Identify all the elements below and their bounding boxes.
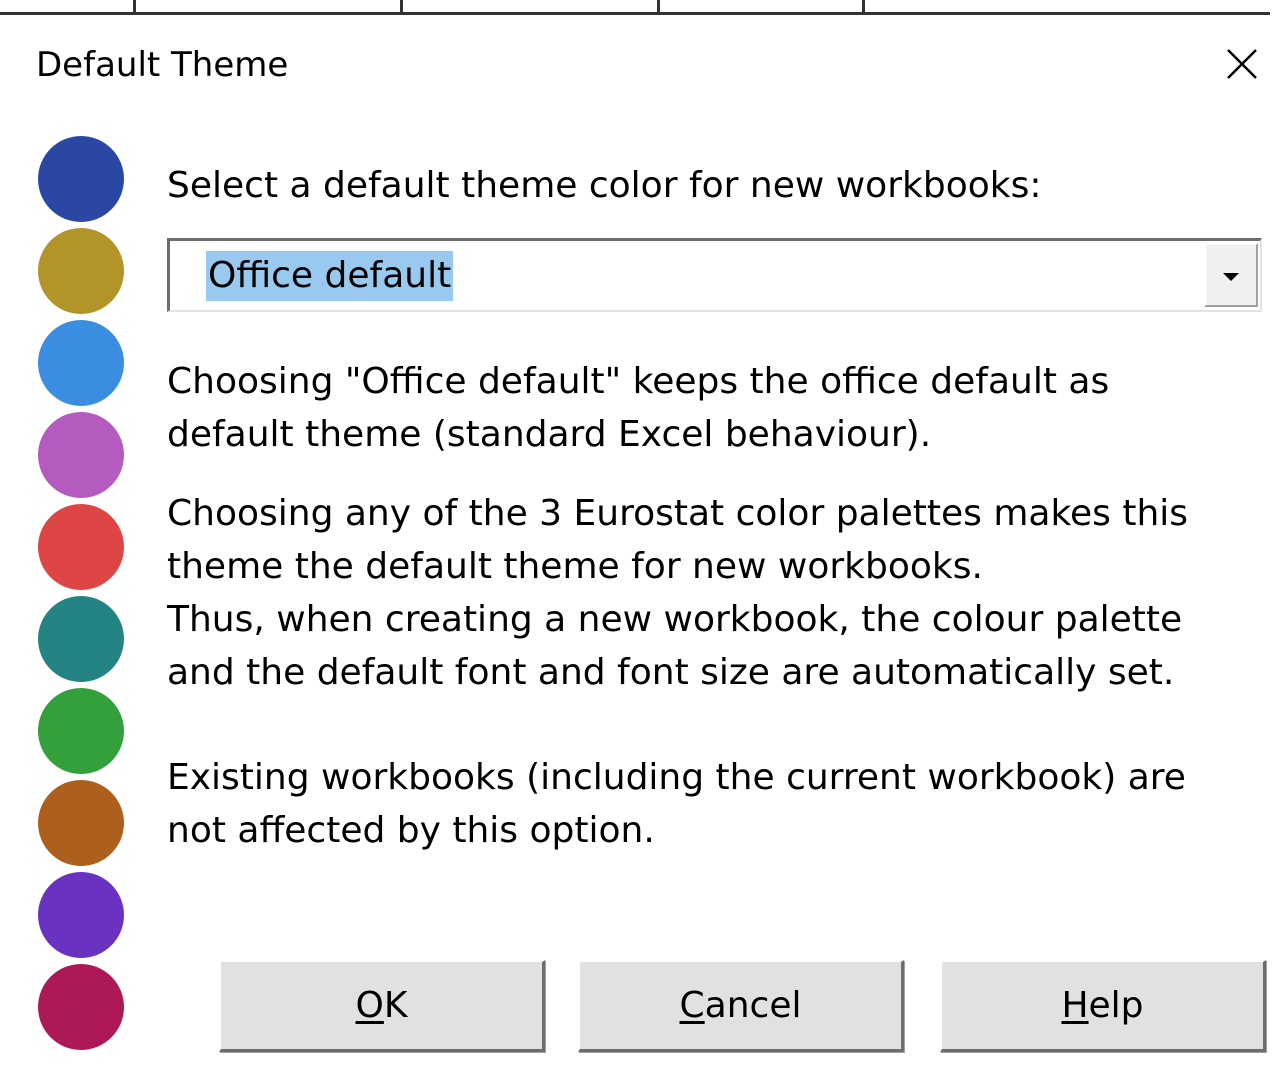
palette-swatch-brown bbox=[38, 780, 124, 866]
palette-swatch-green bbox=[38, 688, 124, 774]
ok-mnemonic: O bbox=[355, 985, 384, 1026]
dialog-title: Default Theme bbox=[36, 45, 289, 85]
office-default-explanation: Choosing "Office default" keeps the offi… bbox=[167, 361, 1110, 455]
palette-swatch-column bbox=[38, 136, 124, 1056]
help-mnemonic: H bbox=[1061, 985, 1089, 1026]
close-icon bbox=[1227, 49, 1257, 79]
background-sheet-edge bbox=[0, 0, 1270, 16]
chevron-down-icon bbox=[1223, 273, 1239, 281]
dialog-content: Select a default theme color for new wor… bbox=[167, 160, 1267, 851]
palette-swatch-light-blue bbox=[38, 320, 124, 406]
dropdown-arrow-button[interactable] bbox=[1204, 243, 1258, 307]
help-label-rest: elp bbox=[1088, 985, 1144, 1026]
ok-button[interactable]: OK bbox=[219, 960, 545, 1052]
theme-select-value: Office default bbox=[206, 251, 454, 301]
theme-select[interactable]: Office default bbox=[167, 238, 1262, 312]
eurostat-palette-explanation: Choosing any of the 3 Eurostat color pal… bbox=[167, 493, 1189, 693]
help-button[interactable]: Help bbox=[940, 960, 1266, 1052]
palette-swatch-olive-gold bbox=[38, 228, 124, 314]
palette-swatch-purple bbox=[38, 872, 124, 958]
prompt-label: Select a default theme color for new wor… bbox=[167, 165, 1042, 206]
ok-label-rest: K bbox=[383, 985, 408, 1026]
palette-swatch-dark-blue bbox=[38, 136, 124, 222]
cancel-mnemonic: C bbox=[679, 985, 705, 1026]
palette-swatch-teal bbox=[38, 596, 124, 682]
palette-swatch-crimson bbox=[38, 964, 124, 1050]
cancel-label-rest: ancel bbox=[704, 985, 802, 1026]
palette-swatch-orchid bbox=[38, 412, 124, 498]
palette-swatch-red bbox=[38, 504, 124, 590]
cancel-button[interactable]: Cancel bbox=[578, 960, 904, 1052]
default-theme-dialog: Default Theme Select a default theme col… bbox=[0, 0, 1282, 1088]
close-button[interactable] bbox=[1218, 40, 1266, 88]
existing-workbooks-note: Existing workbooks (including the curren… bbox=[167, 757, 1186, 851]
